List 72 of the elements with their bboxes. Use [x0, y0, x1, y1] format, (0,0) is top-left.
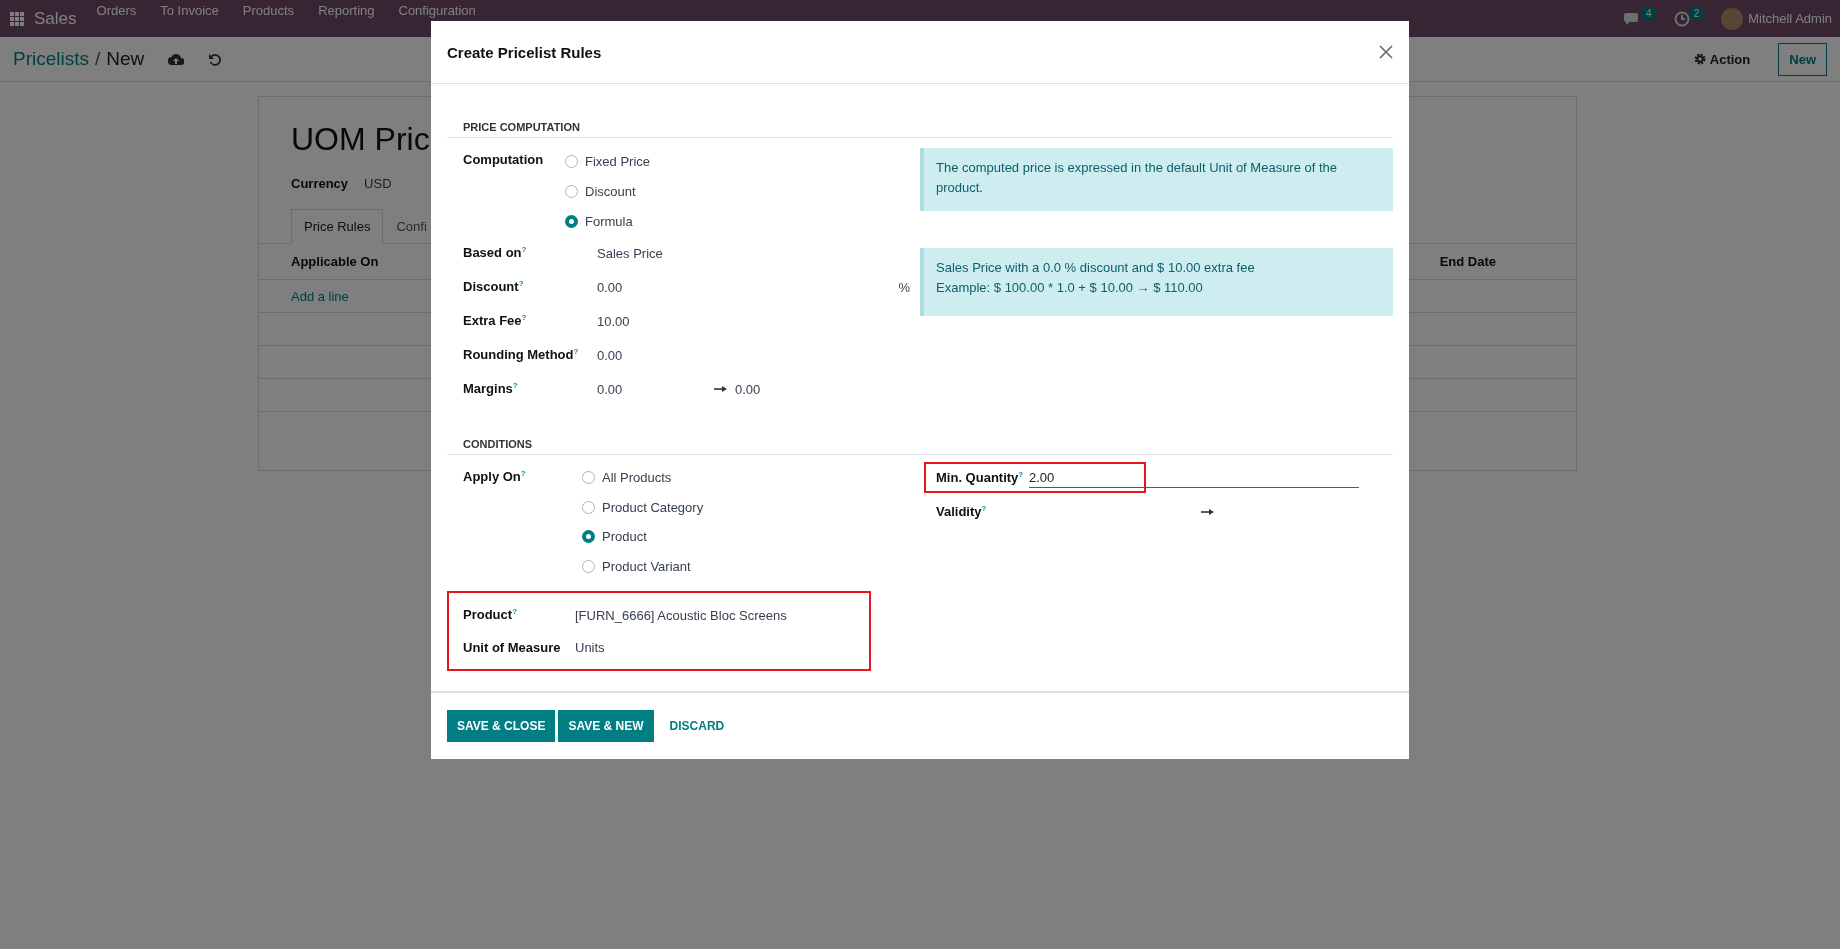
- cloud-upload-icon[interactable]: [168, 52, 185, 66]
- radio-option[interactable]: All Products: [582, 463, 704, 493]
- option-label: All Products: [602, 470, 672, 486]
- radio-button[interactable]: [582, 530, 595, 544]
- discard-button[interactable]: DISCARD: [659, 710, 735, 742]
- radio-button[interactable]: [565, 214, 578, 228]
- option-label: Product Category: [602, 499, 704, 515]
- apps-menu-icon[interactable]: [10, 11, 24, 26]
- field-value: USD: [364, 176, 392, 191]
- menu-item[interactable]: Reporting: [318, 4, 375, 18]
- radio-option[interactable]: Fixed Price: [565, 146, 651, 176]
- field-label: Margins$^{?}$: [463, 381, 519, 397]
- menu-item[interactable]: Configuration: [398, 4, 476, 18]
- formula-text: Example: $ 100.00 * 1.0 + $ 10.00 → $ 110.00: [936, 279, 1204, 297]
- undo-icon[interactable]: [208, 52, 222, 66]
- breadcrumb-separator: /: [95, 48, 101, 70]
- radio-option[interactable]: Product Variant: [582, 551, 704, 581]
- settings-icon: [1693, 53, 1706, 65]
- field-value[interactable]: 0.00: [597, 279, 714, 295]
- menu-item[interactable]: To Invoice: [160, 4, 219, 18]
- clock-icon[interactable]: [1673, 10, 1690, 27]
- unit-label: %: [898, 279, 910, 295]
- field-label: Computation: [463, 151, 545, 169]
- field-value[interactable]: 0.00: [735, 381, 761, 397]
- field-value[interactable]: 10.00: [597, 313, 714, 329]
- field-label: Product$^{?}$: [463, 607, 518, 623]
- field-value[interactable]: Sales Price: [597, 245, 714, 261]
- message-count: 4: [1642, 7, 1656, 20]
- activity-count: 2: [1689, 7, 1704, 20]
- arrow-icon: [1201, 509, 1214, 515]
- pricelist-name: UOM Pric: [291, 121, 430, 158]
- field-value[interactable]: 0.00: [597, 381, 714, 397]
- info-note: The computed price is expressed in the default Unit of Measure of the product.: [920, 148, 1393, 211]
- section-heading: CONDITIONS: [447, 438, 1393, 455]
- formula-text: Sales Price with a 0.0 % discount and $ 10.00 extra fee: [936, 259, 1256, 277]
- menu-item[interactable]: Products: [242, 4, 295, 18]
- field-value[interactable]: Units: [575, 639, 605, 655]
- save-button[interactable]: SAVE & NEW: [558, 710, 654, 742]
- section-heading: PRICE COMPUTATION: [447, 121, 1393, 138]
- arrow-icon: [714, 386, 727, 392]
- field-value[interactable]: 0.00: [597, 347, 714, 363]
- option-label: Product: [602, 529, 647, 545]
- field-label: Currency: [291, 176, 349, 191]
- radio-option[interactable]: Product: [582, 522, 704, 552]
- field-label: Rounding Method$^{?}$: [463, 347, 580, 363]
- option-label: Discount: [585, 183, 636, 199]
- option-label: Fixed Price: [585, 153, 651, 169]
- radio-option[interactable]: Product Category: [582, 492, 704, 522]
- option-label: Product Variant: [602, 558, 691, 574]
- field-label: Based on$^{?}$: [463, 245, 528, 261]
- action-menu[interactable]: Action: [1693, 51, 1751, 67]
- menu-item[interactable]: Orders: [96, 4, 137, 18]
- option-label: Formula: [585, 213, 633, 229]
- radio-option[interactable]: Discount: [565, 176, 651, 206]
- dialog-title: Create Pricelist Rules: [447, 43, 602, 61]
- close-icon[interactable]: [1379, 45, 1393, 59]
- app-name[interactable]: Sales: [34, 8, 77, 29]
- radio-option[interactable]: Formula: [565, 206, 651, 236]
- breadcrumb-current: New: [106, 48, 145, 70]
- column-header: Applicable On: [291, 254, 379, 269]
- field-label: Apply On$^{?}$: [463, 468, 527, 487]
- field-value[interactable]: [FURN_6666] Acoustic Bloc Screens: [575, 607, 787, 623]
- field-label: Discount$^{?}$: [463, 279, 525, 295]
- field-label: Validity$^{?}$: [936, 504, 988, 520]
- field-label: Unit of Measure: [463, 639, 562, 655]
- field-label: Extra Fee$^{?}$: [463, 313, 528, 329]
- save-button[interactable]: SAVE & CLOSE: [447, 710, 556, 742]
- tab[interactable]: Price Rules: [291, 209, 384, 244]
- avatar[interactable]: [1721, 7, 1744, 30]
- field-label: Min. Quantity$^{?}$: [936, 470, 1025, 486]
- column-header: End Date: [1439, 254, 1496, 269]
- user-name[interactable]: Mitchell Admin: [1748, 11, 1832, 26]
